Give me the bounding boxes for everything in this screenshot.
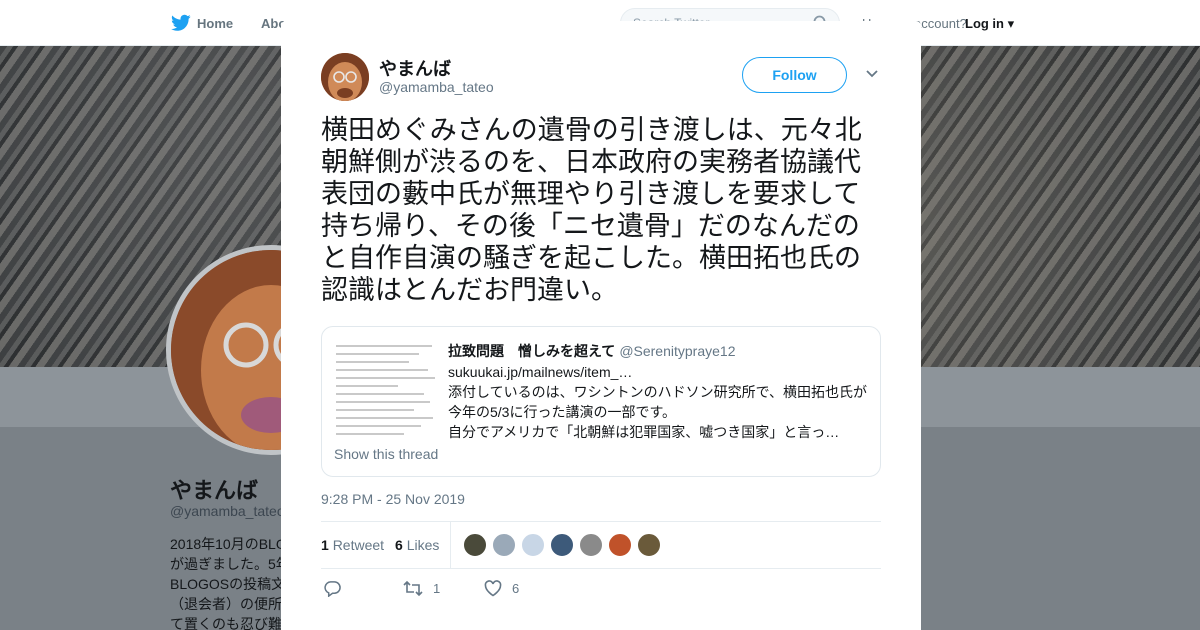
quote-thumbnail-image	[334, 339, 438, 441]
liker-avatar[interactable]	[550, 533, 574, 557]
profile-name: やまんば	[170, 478, 259, 503]
author-avatar[interactable]	[321, 53, 369, 101]
retweet-count-stat[interactable]: 1 Retweet	[321, 537, 384, 553]
follow-button[interactable]: Follow	[742, 57, 847, 93]
like-button[interactable]: 6	[484, 580, 519, 597]
liker-avatar[interactable]	[579, 533, 603, 557]
profile-bio: 2018年10月のBLOGOS が過ぎました。5年 BLOGOSの投稿文 （退会…	[170, 536, 285, 630]
nav-home-link[interactable]: Home	[197, 16, 233, 31]
login-link[interactable]: Log in ▾	[965, 16, 1014, 32]
tweet-actions: 1 6	[321, 577, 881, 605]
chevron-down-icon[interactable]	[865, 67, 879, 81]
show-thread-link[interactable]: Show this thread	[334, 446, 438, 462]
tweet-modal: やまんば @yamamba_tateo Follow 横田めぐみさんの遺骨の引き…	[281, 21, 921, 630]
quoted-tweet-card[interactable]: 拉致問題 憎しみを超えて @Serenityprayе12 sukuukai.jp…	[321, 326, 881, 477]
quote-text-line: 自分でアメリカで「北朝鮮は犯罪国家、嘘つき国家」と言っ…	[448, 424, 840, 440]
author-handle[interactable]: @yamamba_tateo	[379, 79, 494, 95]
quote-author: 拉致問題 憎しみを超えて @Serenityprayе12	[448, 343, 736, 359]
reply-icon	[324, 581, 341, 597]
tweet-stats: 1 Retweet 6 Likes	[321, 521, 881, 569]
retweet-action-count: 1	[433, 581, 441, 596]
heart-icon	[484, 580, 502, 597]
retweet-icon	[403, 580, 423, 597]
author-name[interactable]: やまんば	[379, 55, 451, 81]
liker-avatar[interactable]	[637, 533, 661, 557]
tweet-timestamp[interactable]: 9:28 PM - 25 Nov 2019	[321, 491, 465, 507]
liker-avatar[interactable]	[521, 533, 545, 557]
liker-avatar[interactable]	[463, 533, 487, 557]
reply-button[interactable]	[324, 580, 351, 597]
twitter-bird-icon[interactable]	[171, 14, 191, 32]
like-action-count: 6	[512, 581, 520, 596]
close-icon[interactable]: ✕	[1154, 10, 1178, 38]
quote-text-line: 今年の5/3に行った講演の一部です。	[448, 404, 677, 420]
retweet-button[interactable]: 1	[403, 580, 440, 597]
like-count-stat[interactable]: 6 Likes	[395, 537, 439, 553]
quote-link[interactable]: sukuukai.jp/mailnews/item_…	[448, 362, 873, 382]
profile-handle: @yamamba_tateo	[170, 503, 285, 519]
liker-avatar[interactable]	[608, 533, 632, 557]
quote-body: sukuukai.jp/mailnews/item_… 添付しているのは、ワシン…	[448, 362, 873, 442]
tweet-text: 横田めぐみさんの遺骨の引き渡しは、元々北朝鮮側が渋るのを、日本政府の実務者協議代…	[321, 115, 862, 305]
quote-handle: @Serenityprayе12	[619, 343, 736, 359]
liker-avatar[interactable]	[492, 533, 516, 557]
quote-text-line: 添付しているのは、ワシントンのハドソン研究所で、横田拓也氏が	[448, 384, 868, 400]
avatar-illustration	[321, 53, 369, 101]
stats-divider	[450, 522, 451, 568]
